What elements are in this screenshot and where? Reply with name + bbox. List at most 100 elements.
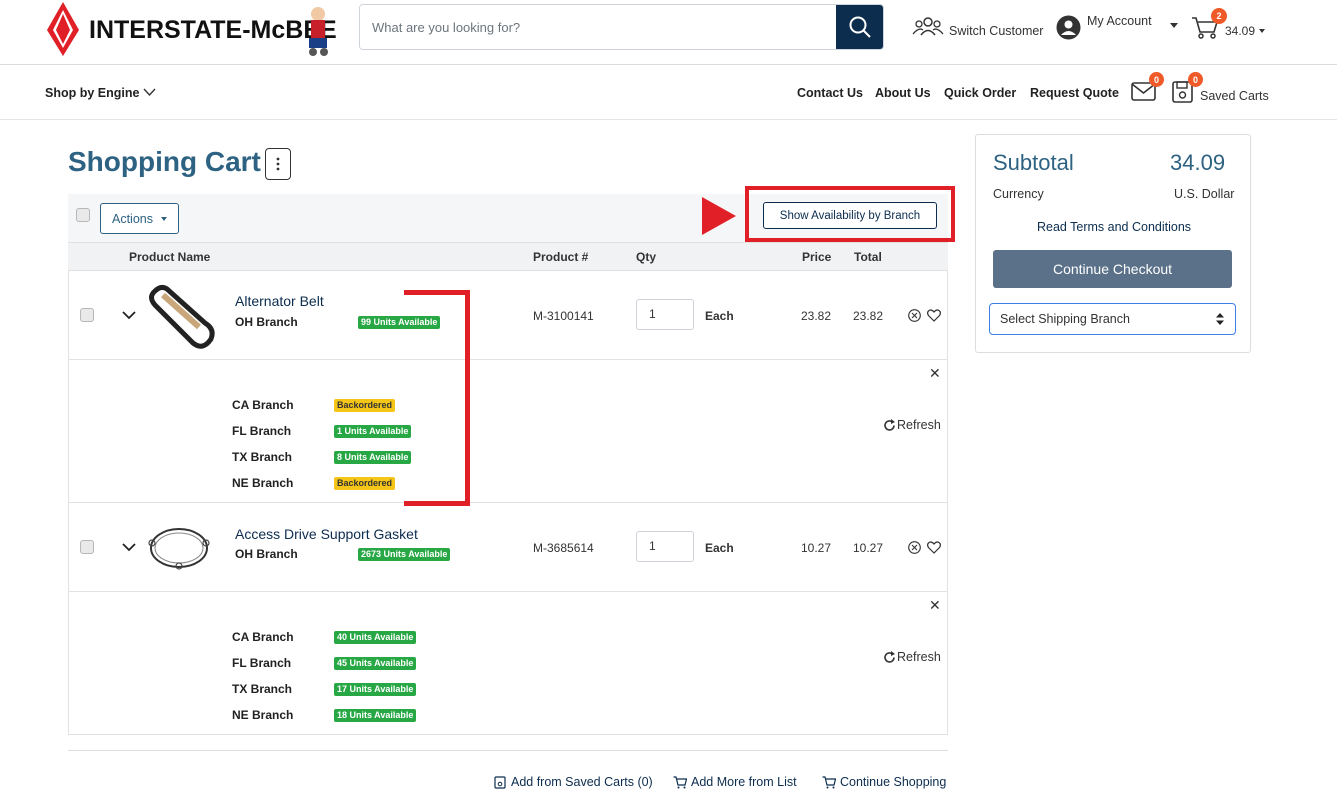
cart-count-badge: 2 <box>1211 8 1227 24</box>
nav-about-us[interactable]: About Us <box>875 86 931 100</box>
total-value: 23.82 <box>853 309 884 323</box>
product-image-belt[interactable] <box>143 281 215 351</box>
search-bar <box>359 4 884 50</box>
col-qty: Qty <box>636 250 657 264</box>
nav-quick-order[interactable]: Quick Order <box>944 86 1016 100</box>
branch-name: TX Branch <box>232 450 293 464</box>
branch-name: NE Branch <box>232 476 294 490</box>
remove-item-icon[interactable] <box>908 309 921 322</box>
subtotal-value: 34.09 <box>1170 150 1226 175</box>
branch-name: CA Branch <box>232 398 294 412</box>
product-name-link[interactable]: Access Drive Support Gasket <box>235 526 418 542</box>
add-from-saved-carts-link[interactable]: Add from Saved Carts (0) <box>494 775 656 790</box>
currency-value: U.S. Dollar <box>1174 187 1235 201</box>
caret-down-icon <box>1170 23 1178 28</box>
heart-icon[interactable] <box>927 541 941 554</box>
select-arrows-icon <box>1216 313 1224 325</box>
nav-contact-us[interactable]: Contact Us <box>797 86 863 100</box>
product-number: M-3100141 <box>533 309 594 323</box>
caret-down-icon <box>1259 29 1265 33</box>
chevron-down-icon[interactable] <box>122 542 136 552</box>
row-checkbox[interactable] <box>80 308 94 322</box>
switch-customer-label: Switch Customer <box>949 24 1044 38</box>
close-icon[interactable]: ✕ <box>929 597 941 614</box>
saved-carts-label: Saved Carts <box>1200 89 1269 103</box>
shipping-branch-value: Select Shipping Branch <box>1000 312 1130 326</box>
logo-text: INTERSTATE-McBEE <box>89 16 337 44</box>
cart-icon <box>673 776 687 789</box>
quantity-input[interactable]: 1 <box>636 531 694 562</box>
price-value: 23.82 <box>801 309 832 323</box>
my-account-menu[interactable]: My Account <box>1056 13 1181 43</box>
add-more-from-list-link[interactable]: Add More from List <box>673 775 805 790</box>
divider <box>68 750 948 751</box>
actions-dropdown[interactable]: Actions <box>100 203 179 234</box>
actions-label: Actions <box>112 211 153 226</box>
add-more-from-list-label: Add More from List <box>691 775 797 789</box>
branch-status-badge: Backordered <box>334 477 396 490</box>
saved-carts-link[interactable]: 0 Saved Carts <box>1172 72 1269 106</box>
shop-by-engine-menu[interactable]: Shop by Engine <box>45 86 160 104</box>
show-availability-button[interactable]: Show Availability by Branch <box>763 202 937 229</box>
site-logo[interactable]: INTERSTATE-McBEE <box>45 0 337 58</box>
branch-name: CA Branch <box>232 630 294 644</box>
branch-status-badge: 17 Units Available <box>334 683 417 696</box>
chevron-down-icon <box>143 88 156 97</box>
continue-checkout-button[interactable]: Continue Checkout <box>993 250 1232 288</box>
switch-customer-link[interactable]: Switch Customer <box>912 15 1047 41</box>
branch-availability-panel <box>68 592 948 735</box>
row-checkbox[interactable] <box>80 540 94 554</box>
branch-status-badge: 1 Units Available <box>334 425 412 438</box>
users-icon <box>912 17 944 36</box>
total-value: 10.27 <box>853 541 884 555</box>
product-image-gasket[interactable] <box>143 523 215 573</box>
price-value: 10.27 <box>801 541 832 555</box>
col-product-number: Product # <box>533 250 589 264</box>
refresh-button[interactable]: Refresh <box>883 418 943 434</box>
refresh-label: Refresh <box>897 650 941 664</box>
annotation-arrow <box>702 197 736 235</box>
refresh-button[interactable]: Refresh <box>883 650 943 666</box>
select-all-checkbox[interactable] <box>76 208 90 222</box>
more-vertical-icon <box>276 157 280 171</box>
currency-label: Currency <box>993 187 1044 201</box>
quantity-input[interactable]: 1 <box>636 299 694 330</box>
default-branch-label: OH Branch <box>235 547 298 561</box>
terms-link[interactable]: Read Terms and Conditions <box>1037 220 1191 234</box>
branch-availability-panel <box>68 360 948 503</box>
col-product-name: Product Name <box>129 250 211 264</box>
search-button[interactable] <box>836 5 883 49</box>
default-branch-label: OH Branch <box>235 315 298 329</box>
product-name-link[interactable]: Alternator Belt <box>235 293 324 309</box>
branch-status-badge: 18 Units Available <box>334 709 417 722</box>
shop-by-engine-label: Shop by Engine <box>45 86 140 100</box>
refresh-icon <box>884 651 895 663</box>
heart-icon[interactable] <box>927 309 941 322</box>
page-title: Shopping Cart <box>68 146 261 177</box>
col-total: Total <box>854 250 882 264</box>
branch-status-badge: 45 Units Available <box>334 657 417 670</box>
chevron-down-icon[interactable] <box>122 310 136 320</box>
messages-count-badge: 0 <box>1149 72 1164 87</box>
subtotal-label: Subtotal <box>993 150 1074 175</box>
search-input[interactable] <box>360 5 838 49</box>
shipping-branch-select[interactable]: Select Shipping Branch <box>989 303 1236 335</box>
search-icon <box>849 16 871 38</box>
nav-request-quote[interactable]: Request Quote <box>1030 86 1119 100</box>
messages-link[interactable]: 0 <box>1131 72 1167 104</box>
branch-name: TX Branch <box>232 682 293 696</box>
availability-badge: 2673 Units Available <box>358 548 451 561</box>
col-price: Price <box>802 250 832 264</box>
cart-total: 34.09 <box>1225 24 1256 38</box>
remove-item-icon[interactable] <box>908 541 921 554</box>
branch-name: FL Branch <box>232 656 292 670</box>
continue-shopping-label: Continue Shopping <box>840 775 947 789</box>
refresh-icon <box>884 419 895 431</box>
account-icon <box>1056 15 1081 40</box>
cart-link[interactable]: 2 34.09 <box>1191 8 1271 42</box>
branch-status-badge: Backordered <box>334 399 396 412</box>
cart-icon <box>822 776 836 789</box>
close-icon[interactable]: ✕ <box>929 365 941 382</box>
cart-options-button[interactable] <box>265 148 291 180</box>
continue-shopping-link[interactable]: Continue Shopping <box>822 775 950 790</box>
